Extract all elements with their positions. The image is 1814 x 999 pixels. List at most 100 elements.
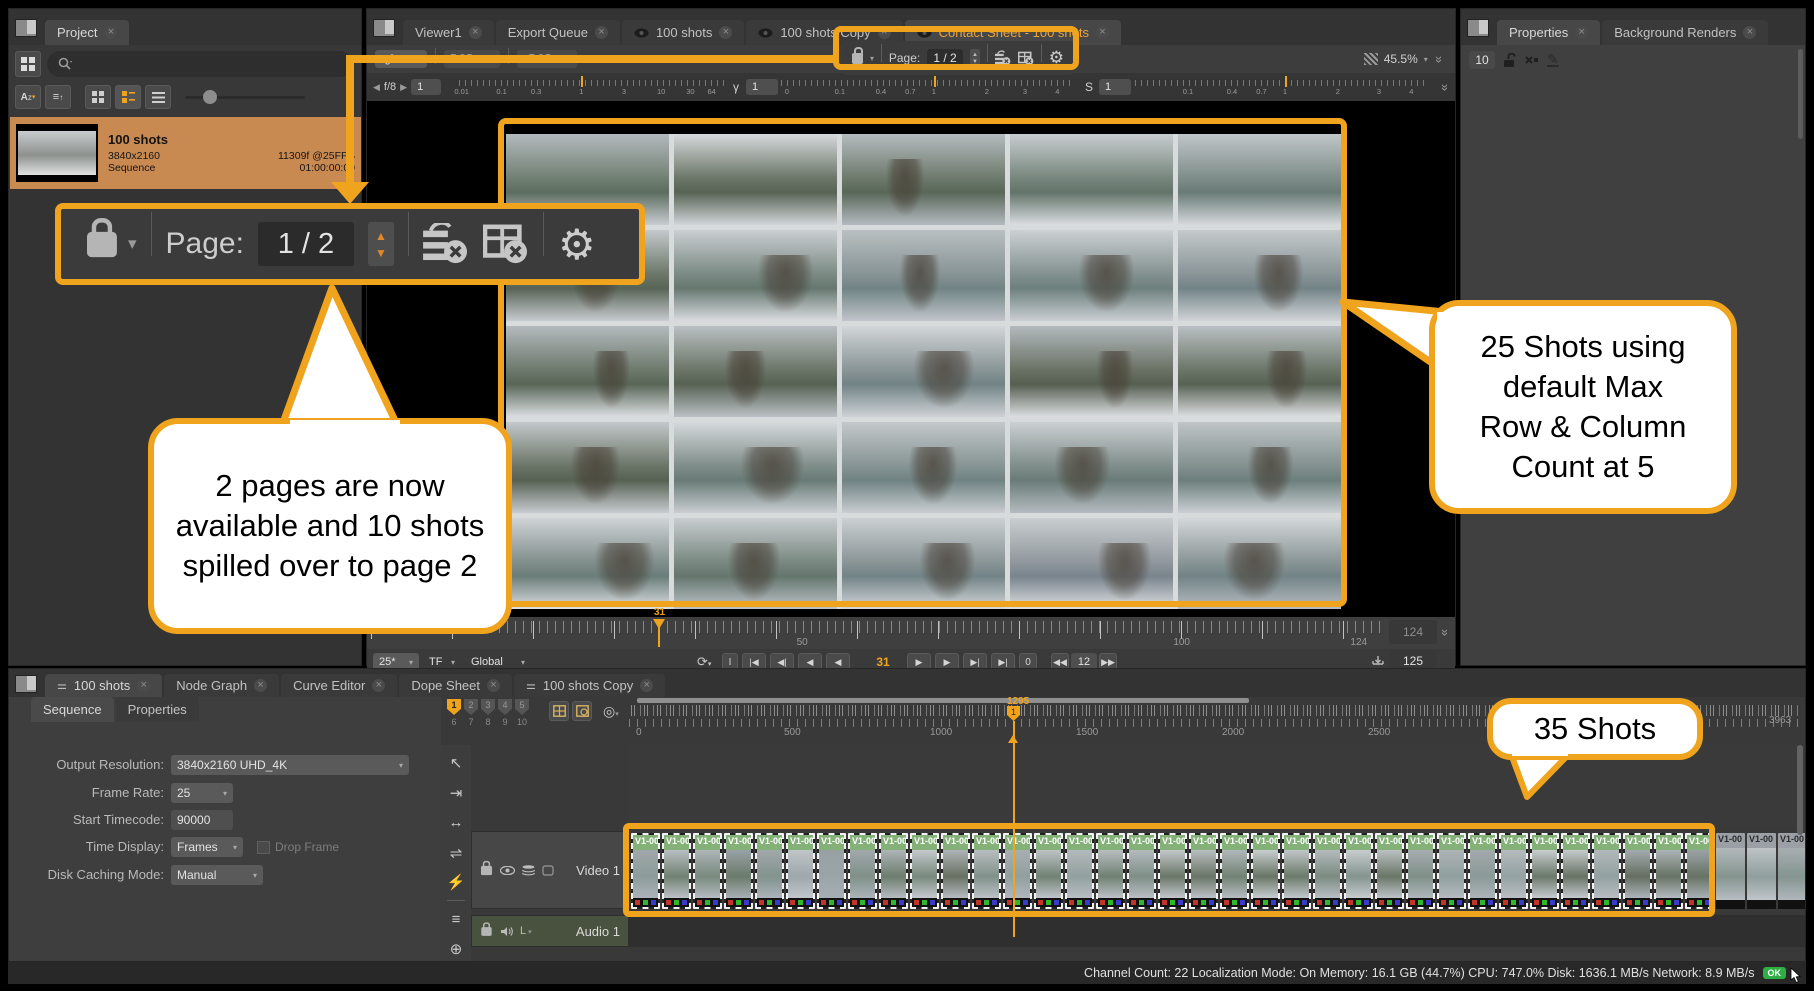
shot-thumbnail[interactable] [1178,326,1341,417]
shot-thumbnail[interactable] [842,518,1005,609]
timeline-clip[interactable]: V1-00 [1561,833,1590,909]
clear-sheet-icon[interactable] [1018,50,1034,67]
sheet-view-button[interactable] [572,701,592,721]
timeline-clip[interactable]: V1-00 [1251,833,1280,909]
lock-icon[interactable] [852,53,863,64]
audio-track-header[interactable]: L ▾ Audio 1 [471,915,629,947]
select-tool[interactable]: ↖ [445,751,467,775]
timeline-clip[interactable]: V1-00 [1096,833,1125,909]
drop-frame-checkbox[interactable] [257,841,270,854]
timeline-vscrollbar[interactable] [1797,745,1803,835]
edit-pencil-icon[interactable]: ✎ [1547,53,1559,67]
viewer-tab-0[interactable]: Viewer1× [403,20,494,45]
timeline-clip[interactable]: V1-00 [1065,833,1094,909]
shot-thumbnail[interactable] [1178,422,1341,513]
slip-tool[interactable]: ⇌ [445,841,467,865]
bottom-tab-4[interactable]: ⚌100 shots Copy× [514,674,665,697]
shot-thumbnail[interactable] [1178,134,1341,225]
roll-tool[interactable]: ↔ [445,811,467,835]
slider-marker[interactable] [1285,76,1287,87]
track-lock-icon[interactable] [481,927,491,936]
page-spinner[interactable]: ▲▼ [970,49,980,67]
collapse-chevron-icon[interactable]: « [1430,55,1445,62]
bottom-tab-1[interactable]: Node Graph× [164,674,279,697]
tab-project[interactable]: Project × [45,20,129,45]
field-4-select[interactable]: Manual▾ [171,865,263,885]
marker-flag-1[interactable]: 1 [447,699,461,715]
zoom-level[interactable]: 45.5% [1384,52,1418,66]
shot-thumbnail[interactable] [674,326,837,417]
track-blend-icon[interactable] [542,865,554,876]
page-value[interactable]: 1 / 2 [927,49,963,67]
timeline-clip[interactable]: V1-00 [1747,833,1776,909]
lock-caret-icon[interactable]: ▾ [870,54,874,63]
timeline-clip[interactable]: V1-00 [1282,833,1311,909]
view-grid-button[interactable] [85,85,111,109]
video-track-lane[interactable]: V1-00V1-00V1-00V1-00V1-00V1-00V1-00V1-00… [631,833,1805,909]
sort-alpha-button[interactable]: Az▾ [15,85,41,109]
timeline-clip[interactable]: V1-00 [1003,833,1032,909]
sync-lock-icon[interactable]: ◎▾ [603,703,619,720]
gain-next-icon[interactable]: ▶ [400,82,407,93]
timeline-clip[interactable]: V1-00 [1158,833,1187,909]
gain-value[interactable]: 1 [411,79,441,95]
retime-tool[interactable]: ≡ [445,907,467,931]
shot-thumbnail[interactable] [674,422,837,513]
zoom-caret-icon[interactable]: ▾ [1424,55,1428,64]
viewer-tab-1[interactable]: Export Queue× [496,20,620,45]
timeline-clip[interactable]: V1-00 [848,833,877,909]
sort-order-button[interactable]: ≡↑ [45,85,71,109]
track-layers-icon[interactable] [522,865,535,876]
timeline-clip[interactable]: V1-00 [1778,833,1805,909]
video-track-header[interactable]: Video 1 [471,831,629,909]
marker-flag-4[interactable]: 4 [498,699,512,715]
timeline-clip[interactable]: V1-00 [910,833,939,909]
close-icon[interactable]: × [1743,26,1756,39]
clear-row-icon[interactable] [995,50,1011,67]
gamma-slider[interactable]: 00.10.40.71234 [781,76,1075,98]
clear-panel-icon[interactable] [1524,54,1539,67]
timeline-clip[interactable]: V1-00 [1406,833,1435,909]
slider-handle[interactable] [203,90,217,104]
shot-thumbnail[interactable] [1010,518,1173,609]
timeline-clip[interactable]: V1-00 [1189,833,1218,909]
timeline-clip[interactable]: V1-00 [1034,833,1063,909]
track-visible-icon[interactable] [500,866,515,875]
shot-thumbnail[interactable] [674,230,837,321]
subtab-properties[interactable]: Properties [116,697,199,722]
timeline-clip[interactable]: V1-00 [1220,833,1249,909]
close-icon[interactable]: × [878,26,891,39]
timeline-clip[interactable]: V1-00 [1468,833,1497,909]
bottom-tab-0[interactable]: ⚌100 shots× [45,674,162,697]
speaker-icon[interactable] [500,926,513,937]
shot-thumbnail[interactable] [1010,422,1173,513]
timeline-clip[interactable]: V1-00 [724,833,753,909]
saturation-slider[interactable]: 0.10.40.71234 [1135,76,1429,98]
select-track-right-tool[interactable]: ⇥ [445,781,467,805]
field-0-select[interactable]: 3840x2160 UHD_4K▾ [171,755,409,775]
close-icon[interactable]: × [254,679,267,692]
timeline-clip[interactable]: V1-00 [1499,833,1528,909]
view-detail-button[interactable] [115,85,141,109]
flipbook-icon[interactable] [1371,655,1385,668]
timeline-clip[interactable]: V1-00 [972,833,1001,909]
contact-view-button[interactable] [549,701,569,721]
sync-tool[interactable]: ⊕ [445,937,467,961]
close-icon[interactable]: × [640,679,653,692]
close-icon[interactable]: × [487,679,500,692]
shot-thumbnail[interactable] [1010,326,1173,417]
tab-properties[interactable]: Properties× [1497,20,1600,45]
collapse-chevron-icon[interactable]: « [1436,83,1451,90]
expand-chevron-icon[interactable]: « [1436,629,1451,636]
view-list-button[interactable] [145,85,171,109]
timeline-clip[interactable]: V1-00 [1344,833,1373,909]
gear-icon[interactable]: ⚙ [1049,48,1064,68]
timeline-clip[interactable]: V1-00 [1623,833,1652,909]
timeline-pan-bar[interactable] [637,698,1249,703]
viewer-tab-2[interactable]: 100 shots× [622,20,744,45]
shot-thumbnail[interactable] [842,326,1005,417]
timeline-clip[interactable]: V1-00 [1592,833,1621,909]
marker-flag-8[interactable]: 8 [481,717,495,727]
frame-range-in[interactable]: 124 [1389,620,1437,644]
audio-track-lane[interactable] [629,915,1805,947]
